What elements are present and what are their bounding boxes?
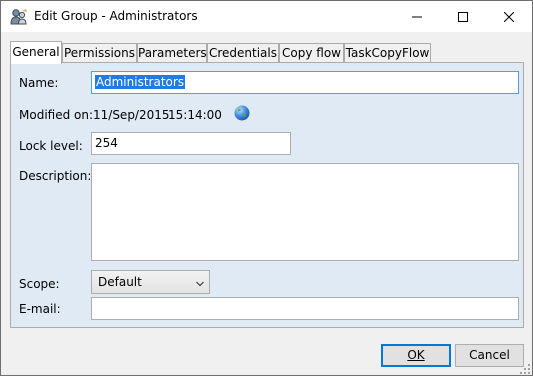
close-button[interactable] (486, 1, 532, 32)
tab-parameters[interactable]: Parameters (137, 43, 207, 63)
tab-general[interactable]: General (10, 41, 62, 64)
maximize-button[interactable] (440, 1, 486, 32)
edit-group-dialog: Edit Group - Administrators General Perm… (0, 0, 533, 376)
description-textarea[interactable] (91, 163, 519, 261)
scope-dropdown-value: Default (98, 275, 142, 289)
minimize-icon (412, 16, 422, 17)
general-tab-panel: Name: Administrators Modified on: 11/Sep… (10, 62, 524, 328)
email-label: E-mail: (19, 302, 61, 316)
cancel-button[interactable]: Cancel (455, 344, 524, 367)
group-user-icon (10, 8, 28, 25)
title-bar: Edit Group - Administrators (1, 1, 532, 32)
maximize-icon (458, 11, 468, 22)
tab-copy-flow[interactable]: Copy flow (279, 43, 344, 63)
name-input[interactable]: Administrators (91, 71, 519, 94)
name-label: Name: (19, 76, 59, 90)
description-label: Description: (19, 169, 92, 183)
name-input-value: Administrators (95, 75, 186, 89)
scope-dropdown[interactable]: Default (91, 270, 210, 294)
close-icon (504, 11, 514, 22)
ok-button-label: OK (407, 348, 425, 362)
resize-grip-icon[interactable] (520, 363, 530, 374)
window-title: Edit Group - Administrators (34, 9, 198, 23)
globe-icon[interactable] (234, 105, 250, 121)
tab-credentials[interactable]: Credentials (207, 43, 279, 63)
ok-button[interactable]: OK (381, 344, 451, 367)
tab-permissions[interactable]: Permissions (62, 43, 137, 63)
modified-date: 11/Sep/2015 (93, 108, 170, 122)
email-input[interactable] (91, 297, 519, 320)
modified-on-label: Modified on: (19, 108, 94, 122)
lock-level-input[interactable]: 254 (91, 132, 291, 155)
chevron-down-icon (196, 275, 204, 297)
scope-label: Scope: (19, 277, 60, 291)
minimize-button[interactable] (394, 1, 440, 32)
tab-taskcopyflow[interactable]: TaskCopyFlow (344, 43, 431, 63)
lock-level-label: Lock level: (19, 139, 83, 153)
modified-time: 15:14:00 (168, 108, 222, 122)
